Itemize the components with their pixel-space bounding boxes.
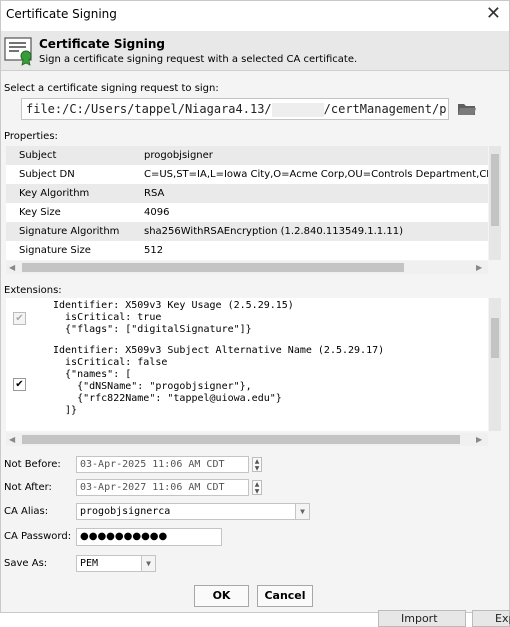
ca-password-field[interactable]: ●●●●●●●●●●	[76, 528, 222, 546]
table-row[interactable]: Signature Size 512	[6, 241, 488, 260]
scroll-thumb[interactable]	[491, 318, 499, 358]
not-before-spinner[interactable]: ▲ ▼	[252, 457, 262, 472]
certificate-icon	[4, 37, 32, 66]
extension-line: isCritical: false	[53, 357, 168, 368]
property-key: Key Size	[19, 207, 61, 218]
scroll-thumb[interactable]	[22, 263, 404, 272]
extension-checkbox[interactable]: ✔	[13, 378, 26, 391]
table-row[interactable]: Subject progobjsigner	[6, 146, 488, 165]
window-title: Certificate Signing	[6, 7, 117, 21]
import-label: Import	[401, 612, 438, 625]
extension-line: {"rfc822Name": "tappel@uiowa.edu"}	[53, 393, 282, 404]
property-key: Key Algorithm	[19, 188, 90, 199]
title-bar: Certificate Signing ✕	[1, 1, 509, 31]
ca-alias-value: progobjsignerca	[80, 506, 171, 517]
extension-checkbox: ✔	[13, 312, 26, 325]
table-row[interactable]: Key Size 4096	[6, 203, 488, 222]
request-label: Select a certificate signing request to …	[4, 83, 219, 94]
banner-subtitle: Sign a certificate signing request with …	[39, 54, 358, 65]
table-row[interactable]: Key Algorithm RSA	[6, 184, 488, 203]
not-after-label: Not After:	[4, 482, 52, 493]
scroll-right-icon[interactable]: ▶	[476, 435, 482, 444]
save-as-value: PEM	[80, 558, 99, 569]
ca-alias-select[interactable]: progobjsignerca ▼	[76, 503, 310, 520]
scroll-right-icon[interactable]: ▶	[476, 263, 482, 272]
property-value: sha256WithRSAEncryption (1.2.840.113549.…	[144, 226, 403, 237]
extension-line: ]}	[53, 405, 78, 416]
properties-table: Subject progobjsigner Subject DN C=US,ST…	[6, 146, 488, 260]
path-end: /certManagement/proc	[323, 102, 448, 116]
extension-line: Identifier: X509v3 Key Usage (2.5.29.15)	[53, 300, 294, 311]
scroll-thumb[interactable]	[22, 435, 460, 444]
folder-icon[interactable]	[457, 101, 477, 117]
header-banner: Certificate Signing Sign a certificate s…	[1, 31, 509, 71]
redacted-segment	[271, 102, 324, 117]
not-after-spinner[interactable]: ▲ ▼	[252, 480, 262, 495]
extensions-horizontal-scrollbar[interactable]: ◀ ▶	[6, 433, 488, 446]
extension-line: {"dNSName": "progobjsigner"},	[53, 381, 252, 392]
certificate-signing-dialog: Certificate Signing ✕ Certificate Signin…	[0, 0, 510, 613]
banner-title: Certificate Signing	[39, 37, 166, 51]
extensions-list: ✔ Identifier: X509v3 Key Usage (2.5.29.1…	[6, 298, 488, 431]
property-value: 4096	[144, 207, 170, 218]
ok-button[interactable]: OK	[194, 585, 249, 607]
close-icon[interactable]: ✕	[486, 4, 501, 24]
import-button[interactable]: Import	[378, 610, 466, 627]
extension-line: {"flags": ["digitalSignature"]}	[53, 324, 252, 335]
path-start: file:/C:/Users/tappel/Niagara4.13/	[26, 102, 272, 116]
property-key: Subject	[19, 150, 57, 161]
not-before-field[interactable]: 03-Apr-2025 11:06 AM CDT	[76, 456, 249, 473]
export-button[interactable]: Exp	[472, 610, 510, 627]
ca-password-label: CA Password:	[4, 531, 72, 542]
property-key: Signature Size	[19, 245, 91, 256]
save-as-label: Save As:	[4, 558, 48, 569]
scroll-left-icon[interactable]: ◀	[9, 263, 15, 272]
property-value: 512	[144, 245, 164, 256]
extensions-vertical-scrollbar[interactable]	[489, 298, 501, 431]
property-key: Signature Algorithm	[19, 226, 120, 237]
scroll-thumb[interactable]	[491, 154, 499, 226]
chevron-down-icon[interactable]: ▼	[295, 504, 309, 519]
property-key: Subject DN	[19, 169, 75, 180]
property-value: C=US,ST=IA,L=Iowa City,O=Acme Corp,OU=Co…	[144, 169, 488, 180]
properties-horizontal-scrollbar[interactable]: ◀ ▶	[6, 261, 488, 274]
extension-line: Identifier: X509v3 Subject Alternative N…	[53, 345, 385, 356]
table-row[interactable]: Signature Algorithm sha256WithRSAEncrypt…	[6, 222, 488, 241]
extension-line: isCritical: true	[53, 312, 162, 323]
chevron-down-icon[interactable]: ▼	[141, 556, 155, 571]
property-value: progobjsigner	[144, 150, 213, 161]
properties-label: Properties:	[4, 131, 58, 142]
save-as-select[interactable]: PEM ▼	[76, 555, 156, 572]
not-after-field[interactable]: 03-Apr-2027 11:06 AM CDT	[76, 479, 249, 496]
scroll-left-icon[interactable]: ◀	[9, 435, 15, 444]
request-path-field[interactable]: file:/C:/Users/tappel/Niagara4.13/ /certM…	[21, 98, 449, 120]
export-label: Exp	[495, 612, 510, 625]
table-row[interactable]: Subject DN C=US,ST=IA,L=Iowa City,O=Acme…	[6, 165, 488, 184]
not-before-label: Not Before:	[4, 459, 61, 470]
ca-alias-label: CA Alias:	[4, 506, 49, 517]
extension-line: {"names": [	[53, 369, 132, 380]
properties-vertical-scrollbar[interactable]	[489, 146, 501, 260]
cancel-button[interactable]: Cancel	[257, 585, 313, 607]
extensions-label: Extensions:	[4, 285, 62, 296]
property-value: RSA	[144, 188, 165, 199]
